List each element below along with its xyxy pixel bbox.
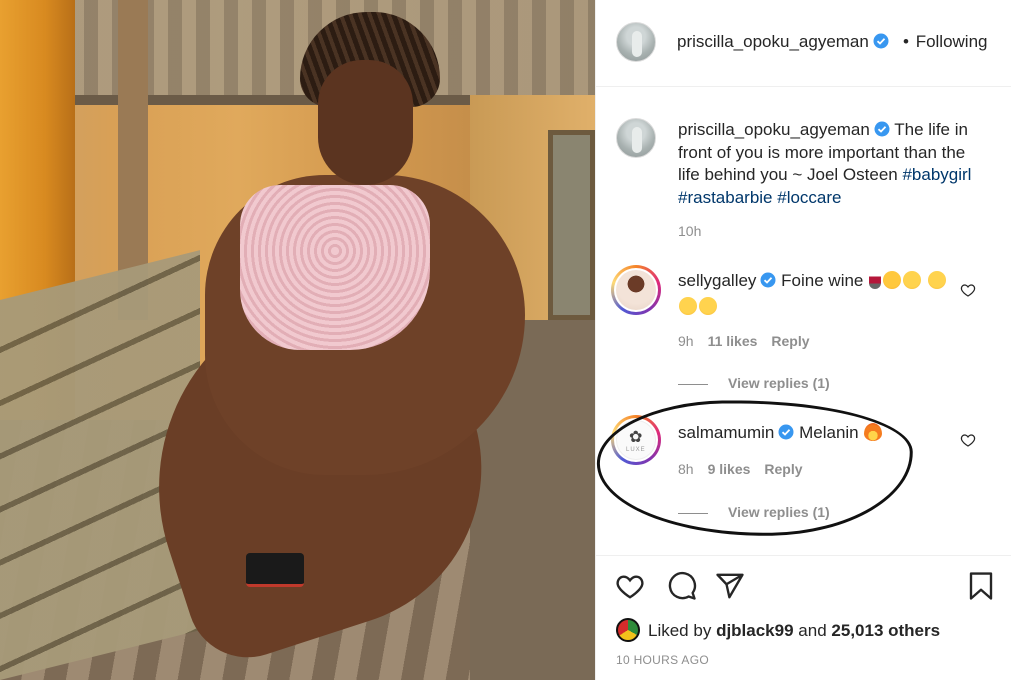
commenter-avatar[interactable] [611, 265, 661, 315]
liker-username[interactable]: djblack99 [716, 621, 794, 640]
follow-status[interactable]: • Following [903, 32, 988, 52]
comment-username[interactable]: sellygalley [678, 271, 756, 290]
comment-meta: 9h 11 likes Reply [678, 333, 824, 349]
comment-time[interactable]: 9h [678, 333, 694, 349]
owner-username[interactable]: priscilla_opoku_agyeman [677, 32, 889, 52]
like-comment-heart-icon[interactable] [960, 282, 976, 298]
likes-conjunction: and [798, 621, 827, 640]
ceiling [0, 0, 595, 95]
view-replies-button[interactable]: View replies (1) [678, 375, 830, 391]
verified-badge-icon [874, 121, 890, 137]
likes-others[interactable]: 25,013 others [831, 621, 940, 640]
owner-avatar[interactable] [616, 22, 656, 62]
pink-dress [240, 185, 430, 350]
like-heart-icon[interactable] [615, 571, 645, 601]
window [548, 130, 595, 320]
likes-summary: Liked by djblack99 and 25,013 others [616, 618, 940, 642]
comment-text: sellygalley Foine wine [678, 268, 948, 320]
caption-avatar[interactable] [616, 118, 656, 158]
comment-likes[interactable]: 11 likes [708, 333, 758, 349]
hashtag-loccare[interactable]: #loccare [777, 188, 841, 207]
person-head [318, 60, 413, 185]
verified-badge-icon [873, 33, 889, 49]
kiss-emoji [903, 271, 922, 289]
kiss-emoji [927, 271, 946, 289]
separator-dot: • [903, 32, 909, 51]
reply-button[interactable]: Reply [771, 333, 809, 349]
share-paper-plane-icon[interactable] [715, 571, 745, 601]
likes-prefix: Liked by [648, 621, 712, 640]
post-side-panel: priscilla_opoku_agyeman • Following pris… [595, 0, 1011, 680]
save-bookmark-icon[interactable] [966, 571, 996, 601]
caption-time[interactable]: 10h [678, 223, 701, 239]
kiss-emoji [699, 297, 717, 315]
wine-glass-emoji [869, 271, 882, 289]
post-header: priscilla_opoku_agyeman • Following [596, 0, 1011, 87]
kiss-emoji [679, 297, 697, 315]
like-comment-heart-icon[interactable] [960, 432, 976, 448]
smiling-hearts-emoji [883, 271, 902, 289]
phone [246, 553, 304, 587]
post-actions: Liked by djblack99 and 25,013 others 10 … [596, 555, 1011, 680]
view-replies-label[interactable]: View replies (1) [728, 375, 830, 391]
hashtag-babygirl[interactable]: #babygirl [902, 165, 971, 184]
post-photo[interactable] [0, 0, 595, 680]
hashtag-rastabarbie[interactable]: #rastabarbie [678, 188, 773, 207]
caption-username[interactable]: priscilla_opoku_agyeman [678, 120, 870, 139]
liker-avatar[interactable] [616, 618, 640, 642]
comment-body: Foine wine [781, 271, 864, 290]
comment-bubble-icon[interactable] [667, 571, 697, 601]
following-label[interactable]: Following [916, 32, 988, 51]
caption-text: priscilla_opoku_agyeman The life in fron… [678, 119, 988, 209]
divider-line [678, 383, 708, 385]
verified-badge-icon [760, 272, 776, 288]
post-timestamp[interactable]: 10 HOURS AGO [616, 653, 709, 667]
